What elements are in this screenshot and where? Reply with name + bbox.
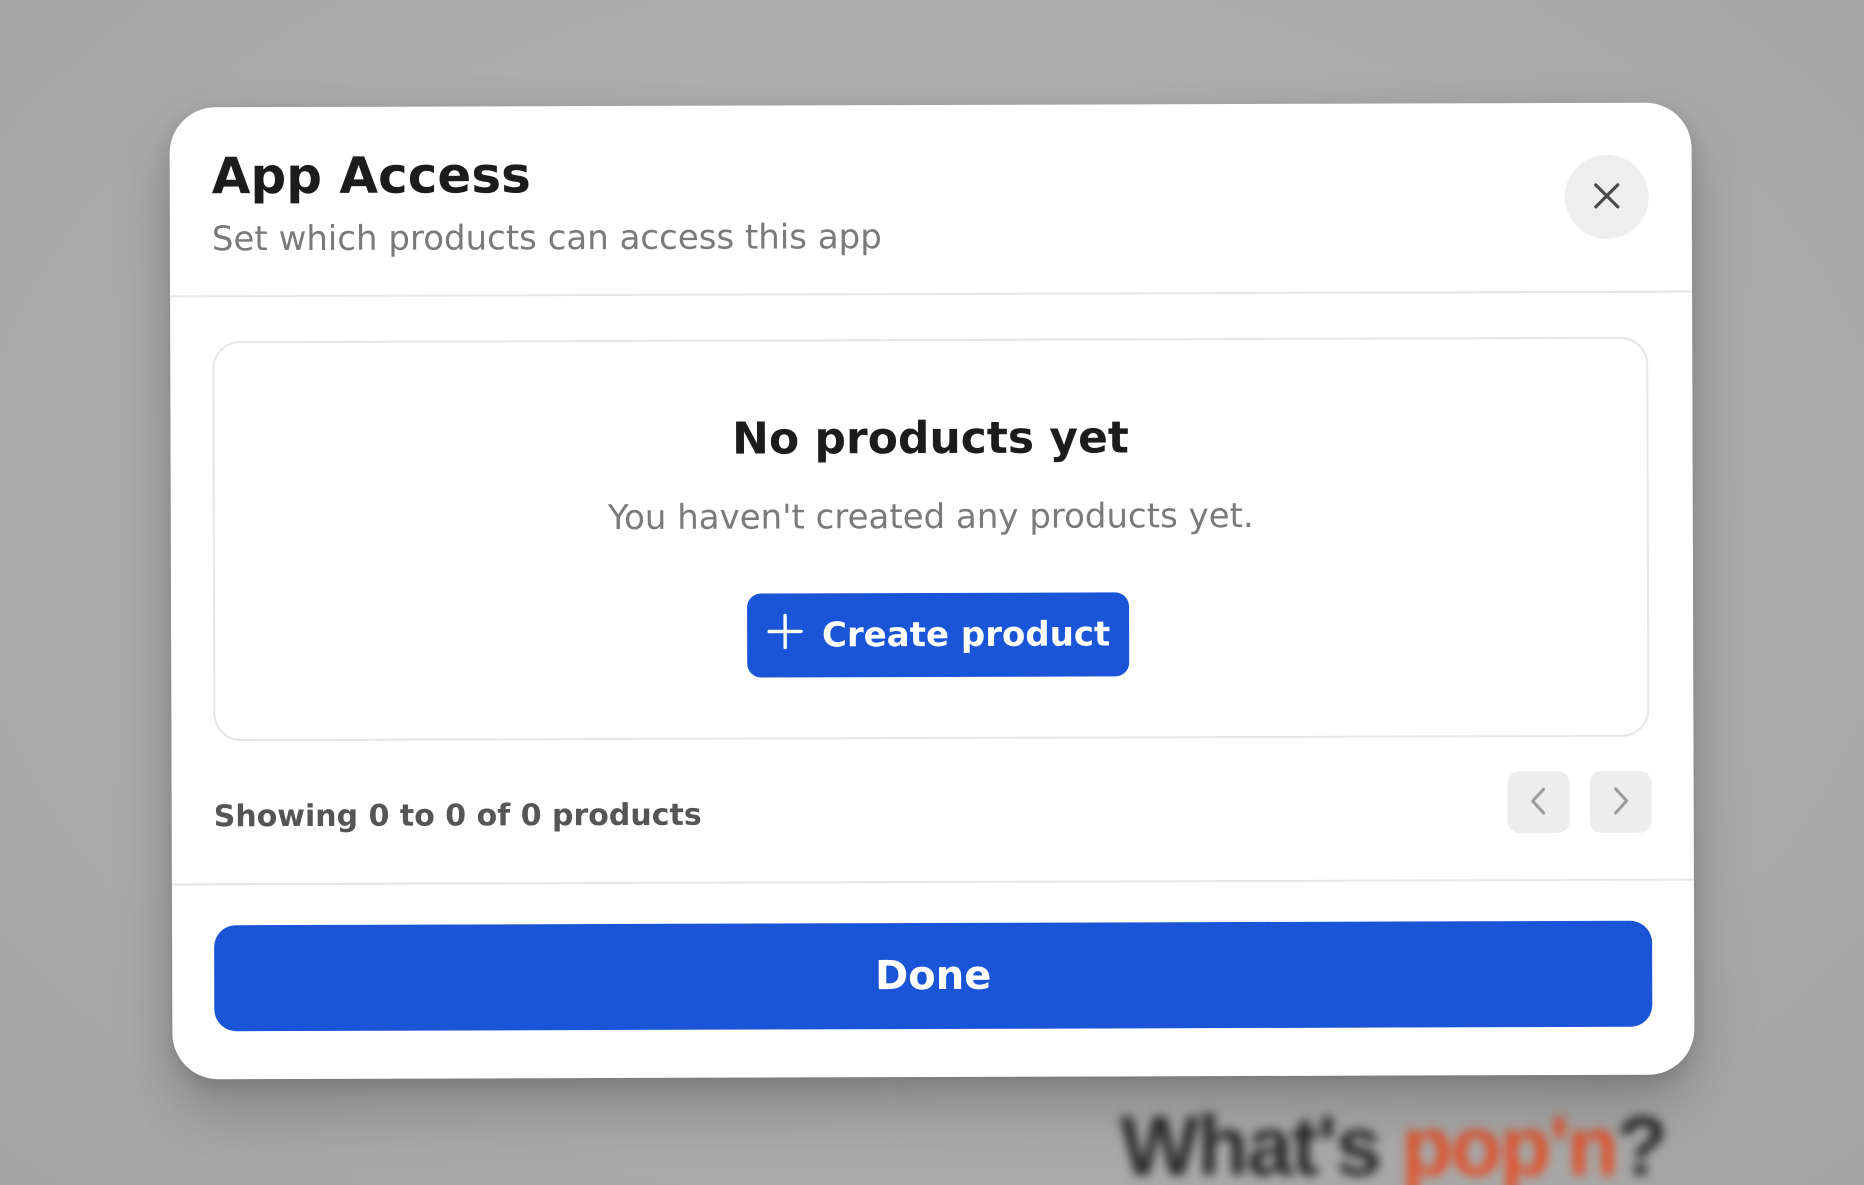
- create-product-label: Create product: [821, 614, 1111, 656]
- footer-divider: [171, 878, 1694, 886]
- brand-text-main: What's: [1120, 1099, 1402, 1185]
- create-product-button[interactable]: Create product: [747, 592, 1130, 678]
- done-button[interactable]: Done: [214, 920, 1653, 1032]
- modal-subtitle: Set which products can access this app: [211, 217, 882, 260]
- close-button[interactable]: [1564, 154, 1649, 240]
- brand-text-end: ?: [1616, 1099, 1668, 1185]
- brand-text-accent: pop'n: [1401, 1099, 1618, 1185]
- previous-page-button[interactable]: [1507, 770, 1570, 834]
- modal-title: App Access: [211, 146, 531, 206]
- close-icon: [1592, 180, 1622, 213]
- background-brand-text: What's pop'n?: [1120, 1098, 1668, 1185]
- next-page-button[interactable]: [1589, 770, 1652, 833]
- chevron-left-icon: [1528, 786, 1550, 819]
- empty-state-card: No products yet You haven't created any …: [212, 336, 1650, 742]
- modal-header: App Access Set which products can access…: [169, 102, 1693, 298]
- empty-state-message: You haven't created any products yet.: [607, 495, 1254, 539]
- app-access-modal: App Access Set which products can access…: [169, 102, 1695, 1080]
- empty-state-title: No products yet: [732, 412, 1129, 465]
- pagination-summary: Showing 0 to 0 of 0 products: [213, 797, 702, 835]
- plus-icon: [766, 612, 804, 659]
- chevron-right-icon: [1610, 785, 1632, 818]
